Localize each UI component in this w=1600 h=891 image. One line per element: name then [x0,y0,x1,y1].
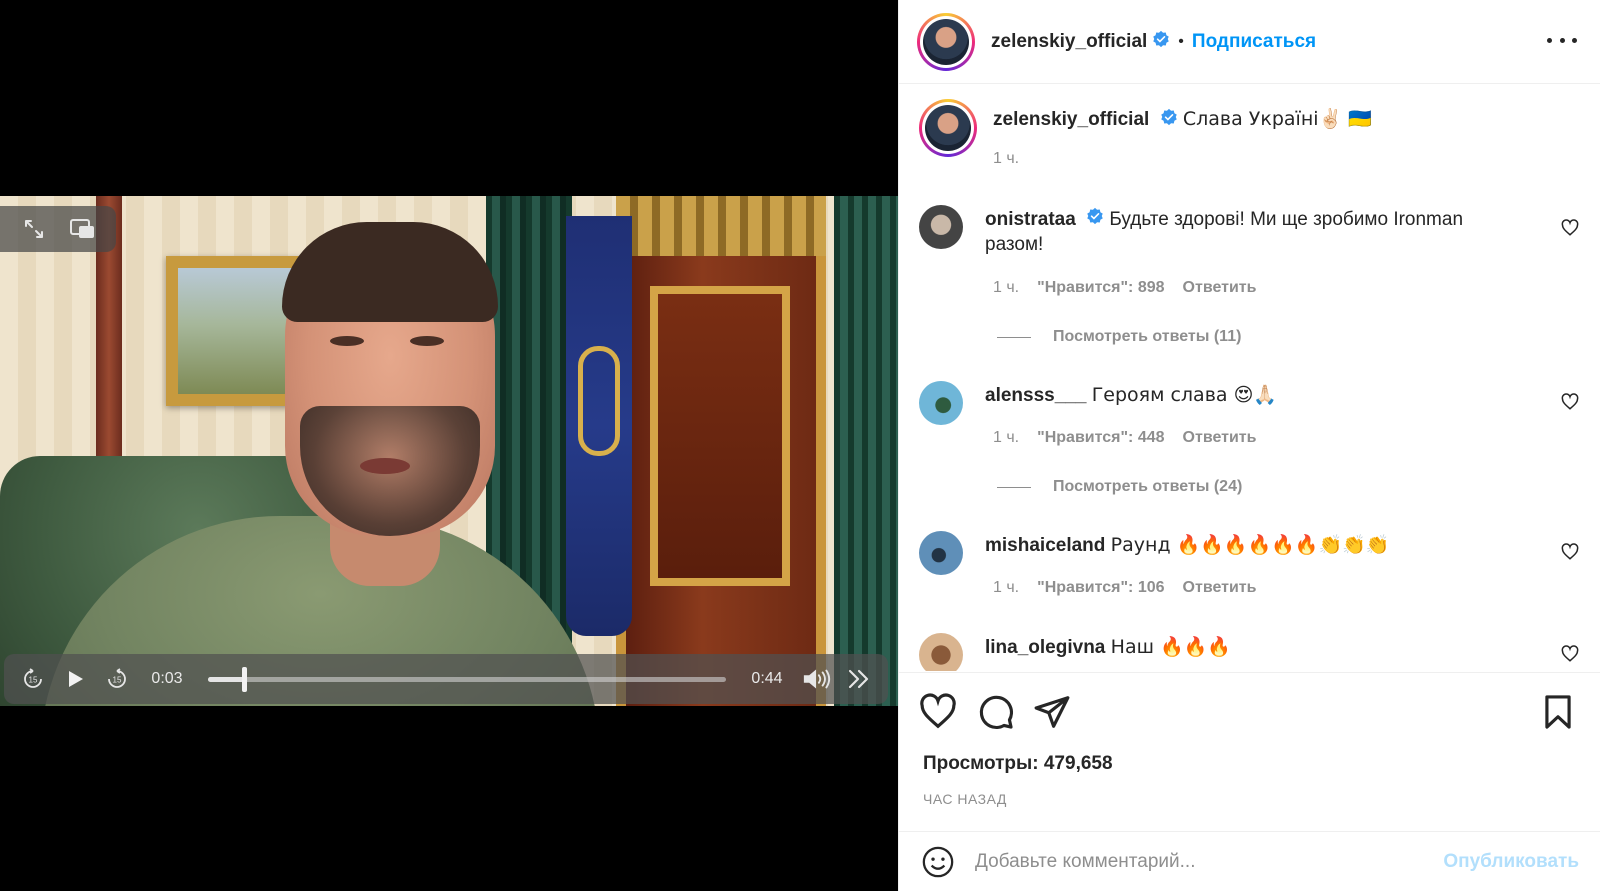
comment-text: Раунд 🔥🔥🔥🔥🔥🔥👏👏👏 [1110,534,1390,556]
comment-input[interactable] [975,850,1424,873]
avatar[interactable] [919,633,963,671]
comment-item: onistrataa Будьте здорові! Ми ще зробимо… [919,205,1579,257]
video-control-bar: 15 15 0:03 0:44 [4,654,888,704]
avatar[interactable] [919,205,963,249]
scrubber-handle[interactable] [242,666,248,692]
forward-15-icon[interactable]: 15 [102,664,132,694]
comment-meta: 1 ч. "Нравится": 898 Ответить [993,279,1256,297]
like-comment-heart-icon[interactable] [1561,645,1579,663]
rewind-15-icon[interactable]: 15 [18,664,48,694]
bookmark-icon[interactable] [1539,693,1577,731]
post-panel: zelenskiy_official • Подписаться zelensk… [898,0,1600,891]
comment-time: 1 ч. [993,429,1020,446]
comment-time: 1 ч. [993,579,1020,596]
post-caption: zelenskiy_official Слава Україні✌🏻 🇺🇦 1 … [919,99,1579,168]
scrubber-progress [208,676,245,682]
emoji-icon[interactable] [921,845,955,879]
caption-time: 1 ч. [993,149,1020,167]
view-replies-label: Посмотреть ответы (11) [1053,328,1242,345]
play-button[interactable] [60,664,90,694]
skip-icon[interactable] [844,664,874,694]
post-timestamp: ЧАС НАЗАД [923,791,1007,807]
duration: 0:44 [751,670,783,687]
comment-icon[interactable] [977,693,1015,731]
svg-text:15: 15 [29,676,38,685]
video-scene-person-mouth [360,458,410,474]
comment-text: Героям слава 😍🙏🏻 [1091,384,1278,406]
verified-icon [1086,207,1104,232]
caption-username[interactable]: zelenskiy_official [993,109,1149,130]
comment-text: Наш 🔥🔥🔥 [1110,636,1231,658]
comment-username[interactable]: alensss___ [985,385,1086,406]
instagram-post-viewer: 15 15 0:03 0:44 zelenskiy_official • Под… [0,0,1600,891]
comment-item: lina_olegivna Наш 🔥🔥🔥 [919,633,1579,671]
separator-dot: • [1178,32,1184,50]
like-comment-heart-icon[interactable] [1561,393,1579,411]
comment-meta: 1 ч. "Нравится": 106 Ответить [993,579,1256,597]
comment-item: alensss___ Героям слава 😍🙏🏻 [919,381,1579,425]
author-username[interactable]: zelenskiy_official [991,31,1147,53]
svg-text:15: 15 [113,676,122,685]
verified-icon [1160,108,1178,132]
avatar[interactable] [919,531,963,575]
video-scene-door-panel [650,286,790,586]
comment-meta: 1 ч. "Нравится": 448 Ответить [993,429,1256,447]
avatar[interactable] [919,381,963,425]
comments-list[interactable]: zelenskiy_official Слава Україні✌🏻 🇺🇦 1 … [899,85,1600,671]
video-scene-marble-column-right [834,196,898,706]
like-comment-heart-icon[interactable] [1561,543,1579,561]
comment-likes[interactable]: "Нравится": 898 [1037,279,1164,297]
reply-button[interactable]: Ответить [1183,279,1257,297]
video-top-controls [0,206,116,252]
more-icon[interactable] [1547,28,1577,52]
avatar[interactable] [919,99,977,157]
play-icon [69,671,83,687]
video-scene-person-eye [410,336,444,346]
comment-username[interactable]: mishaiceland [985,535,1105,556]
view-replies-button[interactable]: Посмотреть ответы (24) [997,478,1242,496]
follow-button[interactable]: Подписаться [1192,31,1316,53]
caption-text: Слава Україні✌🏻 🇺🇦 [1182,108,1372,130]
comment-username[interactable]: onistrataa [985,209,1076,230]
reply-button[interactable]: Ответить [1183,429,1257,447]
post-actions: Просмотры: 479,658 ЧАС НАЗАД [899,672,1600,832]
comment-composer: Опубликовать [899,831,1600,891]
view-replies-label: Посмотреть ответы (24) [1053,478,1243,495]
current-time: 0:03 [151,670,183,687]
views-count[interactable]: Просмотры: 479,658 [923,753,1113,775]
heart-icon[interactable] [919,693,957,731]
post-header: zelenskiy_official • Подписаться [899,0,1600,84]
verified-icon [1152,30,1170,53]
video-scrubber[interactable] [208,666,726,692]
video-scene-person-eye [330,336,364,346]
video-frame[interactable] [0,196,898,706]
share-icon[interactable] [1033,693,1071,731]
comment-username[interactable]: lina_olegivna [985,637,1105,658]
volume-icon[interactable] [802,664,832,694]
video-player[interactable]: 15 15 0:03 0:44 [0,0,898,891]
publish-button[interactable]: Опубликовать [1443,851,1579,873]
comment-likes[interactable]: "Нравится": 448 [1037,429,1164,447]
view-replies-button[interactable]: Посмотреть ответы (11) [997,328,1241,346]
video-scene-door-ornament [616,196,826,256]
like-comment-heart-icon[interactable] [1561,219,1579,237]
expand-icon[interactable] [19,214,49,244]
comment-item: mishaiceland Раунд 🔥🔥🔥🔥🔥🔥👏👏👏 [919,531,1579,575]
picture-in-picture-icon[interactable] [67,214,97,244]
reply-button[interactable]: Ответить [1183,579,1257,597]
avatar[interactable] [917,12,975,71]
comment-likes[interactable]: "Нравится": 106 [1037,579,1164,597]
comment-time: 1 ч. [993,279,1020,296]
video-scene-flag-emblem [578,346,620,456]
